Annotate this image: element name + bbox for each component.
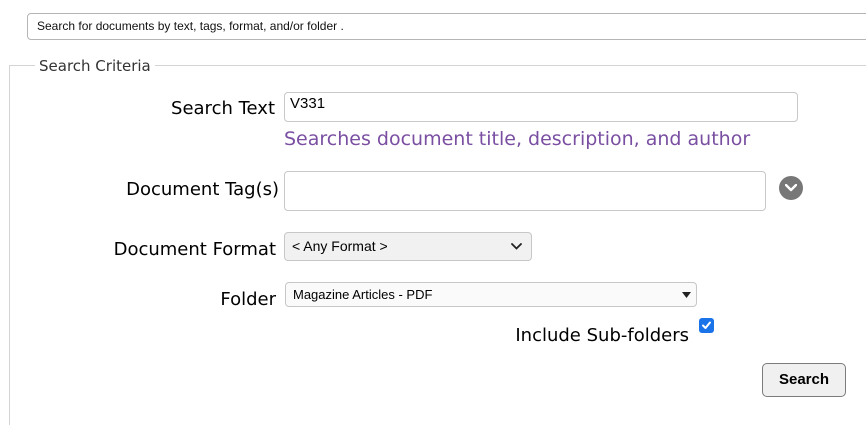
folder-label: Folder: [220, 289, 276, 310]
search-bar[interactable]: Search for documents by text, tags, form…: [27, 13, 866, 40]
document-format-selected: < Any Format >: [292, 238, 388, 254]
chevron-down-icon: [511, 243, 522, 250]
search-text-value: V331: [290, 95, 326, 112]
search-text-input[interactable]: V331: [284, 92, 798, 122]
search-text-hint: Searches document title, description, an…: [284, 128, 751, 150]
include-subfolders-label: Include Sub-folders: [515, 325, 689, 346]
caret-down-icon: [682, 292, 691, 298]
folder-select[interactable]: Magazine Articles - PDF: [285, 282, 697, 307]
document-tags-input[interactable]: [284, 171, 766, 211]
search-criteria-legend: Search Criteria: [35, 57, 155, 75]
search-button[interactable]: Search: [762, 363, 846, 397]
document-format-select[interactable]: < Any Format >: [284, 232, 532, 261]
search-text-label: Search Text: [171, 98, 275, 119]
document-format-label: Document Format: [113, 239, 276, 260]
folder-selected: Magazine Articles - PDF: [293, 287, 433, 302]
document-tags-label: Document Tag(s): [126, 179, 279, 200]
chevron-down-icon: [785, 184, 797, 192]
include-subfolders-checkbox[interactable]: [699, 318, 714, 333]
tags-dropdown-button[interactable]: [779, 176, 803, 200]
checkmark-icon: [702, 321, 711, 329]
